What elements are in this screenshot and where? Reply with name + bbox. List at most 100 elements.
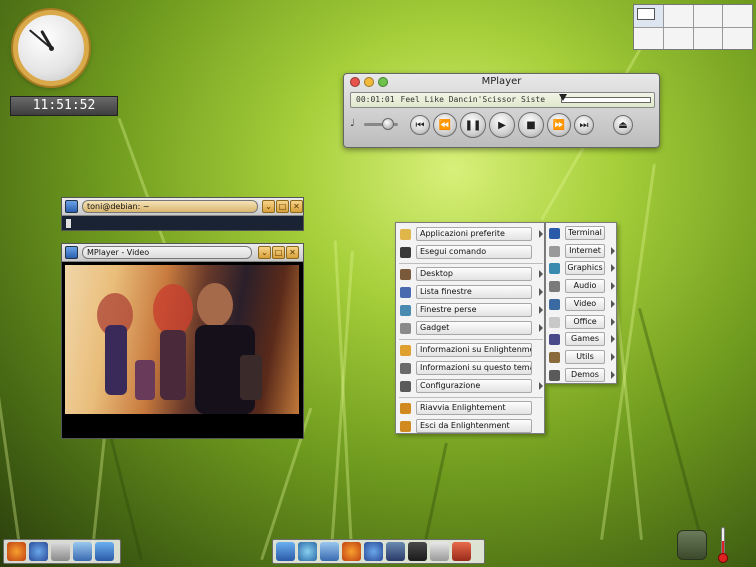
terminal-icon[interactable]	[408, 542, 427, 561]
menu-separator	[399, 263, 543, 264]
menu-item-icon	[400, 345, 411, 356]
submenu-item-icon	[549, 369, 560, 381]
submenu-item-0[interactable]: Terminal	[546, 225, 618, 242]
menu-item-9[interactable]: Riavvia Enlightement	[396, 400, 546, 417]
firefox-icon[interactable]	[342, 542, 361, 561]
menu-item-icon	[400, 269, 411, 280]
desktop-icon[interactable]	[320, 542, 339, 561]
pager-window-thumb	[637, 8, 655, 20]
thunderbird-icon[interactable]	[29, 542, 48, 561]
menu-item-label: Gadget	[416, 321, 532, 335]
forward-icon[interactable]: ⏩	[547, 113, 571, 137]
settings-icon[interactable]	[430, 542, 449, 561]
submenu-item-icon	[549, 351, 560, 363]
stop-icon[interactable]: ■	[518, 112, 544, 138]
maximize-button[interactable]: □	[272, 246, 285, 259]
volume-icon: ♩	[350, 118, 355, 129]
submenu-item-8[interactable]: Demos	[546, 367, 618, 384]
pause-icon[interactable]: ❚❚	[460, 112, 486, 138]
submenu-item-4[interactable]: Video	[546, 296, 618, 313]
submenu-arrow-icon	[611, 246, 615, 255]
phone-icon[interactable]	[677, 530, 707, 560]
seek-knob[interactable]	[559, 94, 567, 101]
pager-desktop-1[interactable]	[634, 5, 663, 27]
pager-desktop-6[interactable]	[663, 27, 693, 49]
volume-knob[interactable]	[382, 118, 394, 130]
submenu-arrow-icon	[611, 352, 615, 361]
submenu-item-1[interactable]: Internet	[546, 243, 618, 260]
mplayer-window: MPlayer 00:01:01 Feel Like Dancin'Scissor…	[343, 73, 660, 148]
menu-item-6[interactable]: Informazioni su Enlightenment	[396, 342, 546, 359]
submenu-item-7[interactable]: Utils	[546, 349, 618, 366]
presentation-icon[interactable]	[452, 542, 471, 561]
rewind-icon[interactable]: ⏪	[433, 113, 457, 137]
submenu-item-2[interactable]: Graphics	[546, 260, 618, 277]
submenu-item-icon	[549, 245, 560, 257]
minimize-button[interactable]: ⌄	[262, 200, 275, 213]
menu-item-4[interactable]: Finestre perse	[396, 302, 546, 319]
menu-item-label: Lista finestre	[416, 285, 532, 299]
menu-separator	[399, 397, 543, 398]
menu-item-5[interactable]: Gadget	[396, 320, 546, 337]
menu-item-10[interactable]: Esci da Enlightenment	[396, 418, 546, 435]
submenu-item-label: Video	[565, 296, 605, 311]
minimize-button[interactable]: ⌄	[258, 246, 271, 259]
maximize-button[interactable]: □	[276, 200, 289, 213]
pager-desktop-8[interactable]	[723, 27, 752, 49]
submenu-item-label: Utils	[565, 349, 605, 364]
files-icon[interactable]	[51, 542, 70, 561]
menu-separator	[399, 339, 543, 340]
menu-item-3[interactable]: Lista finestre	[396, 284, 546, 301]
pager-desktop-2[interactable]	[663, 5, 693, 27]
submenu-item-icon	[549, 263, 560, 275]
thunderbird-icon[interactable]	[364, 542, 383, 561]
menu-item-2[interactable]: Desktop	[396, 266, 546, 283]
submenu-item-icon	[549, 281, 560, 293]
menu-item-icon	[400, 363, 411, 374]
eject-icon[interactable]: ⏏	[613, 115, 633, 135]
clock-time: 11:51:52	[10, 96, 118, 116]
submenu-arrow-icon	[539, 324, 543, 332]
submenu-item-3[interactable]: Audio	[546, 278, 618, 295]
terminal-titlebar[interactable]: toni@debian: ~ ⌄ □ ✕	[62, 198, 303, 216]
track-title: Feel Like Dancin'Scissor Siste	[400, 95, 546, 104]
submenu-item-label: Office	[565, 314, 605, 329]
submenu-item-icon	[549, 334, 560, 346]
network-icon[interactable]	[298, 542, 317, 561]
submenu-item-5[interactable]: Office	[546, 314, 618, 331]
terminal-window[interactable]: toni@debian: ~ ⌄ □ ✕	[61, 197, 304, 231]
pager-desktop-7[interactable]	[693, 27, 723, 49]
video-window[interactable]: MPlayer - Video ⌄ □ ✕	[61, 243, 304, 439]
play-icon[interactable]: ▶	[489, 112, 515, 138]
pager-desktop-4[interactable]	[723, 5, 752, 27]
submenu-arrow-icon	[611, 282, 615, 291]
pidgin-icon[interactable]	[386, 542, 405, 561]
pager-desktop-5[interactable]	[634, 27, 663, 49]
pager-desktop-3[interactable]	[693, 5, 723, 27]
menu-item-7[interactable]: Informazioni su questo tema	[396, 360, 546, 377]
video-titlebar[interactable]: MPlayer - Video ⌄ □ ✕	[62, 244, 303, 262]
submenu-arrow-icon	[611, 264, 615, 273]
submenu-arrow-icon	[611, 299, 615, 308]
desktop-icon[interactable]	[73, 542, 92, 561]
firefox-icon[interactable]	[7, 542, 26, 561]
seek-bar[interactable]	[559, 94, 651, 103]
menu-item-8[interactable]: Configurazione	[396, 378, 546, 395]
monitor-icon[interactable]	[95, 542, 114, 561]
menu-item-icon	[400, 381, 411, 392]
submenu-item-label: Graphics	[565, 261, 605, 276]
submenu-item-6[interactable]: Games	[546, 331, 618, 348]
menu-item-1[interactable]: Esegui comando	[396, 244, 546, 261]
desktop-pager[interactable]	[633, 4, 753, 50]
thermometer-icon[interactable]	[718, 527, 728, 563]
submenu-item-label: Games	[565, 332, 605, 347]
close-button[interactable]: ✕	[286, 246, 299, 259]
prev-icon[interactable]: ⏮	[410, 115, 430, 135]
clock-gadget[interactable]: 11:51:52	[10, 10, 118, 116]
menu-item-label: Informazioni su questo tema	[416, 361, 532, 375]
close-button[interactable]: ✕	[290, 200, 303, 213]
menu-item-label: Applicazioni preferite	[416, 227, 532, 241]
monitor-icon[interactable]	[276, 542, 295, 561]
next-icon[interactable]: ⏭	[574, 115, 594, 135]
menu-item-0[interactable]: Applicazioni preferite	[396, 226, 546, 243]
